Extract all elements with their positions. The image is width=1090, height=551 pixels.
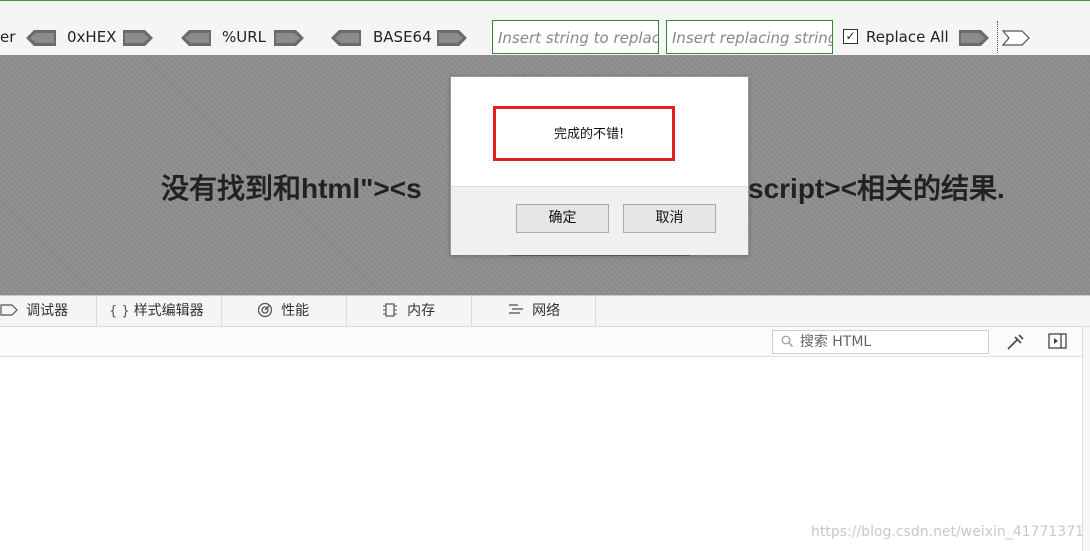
tab-network[interactable]: 网络: [472, 296, 596, 326]
debugger-icon: [0, 304, 22, 319]
replace-string-input[interactable]: Insert string to replace: [492, 20, 659, 54]
chevron-right-outline-icon[interactable]: [1002, 30, 1030, 46]
chevron-right-icon[interactable]: [959, 30, 989, 46]
chevron-left-icon[interactable]: [26, 30, 56, 46]
sidebar-edge: [1082, 327, 1090, 551]
toggle-sidebar-icon[interactable]: [1048, 333, 1068, 350]
tab-debugger-label: 调试器: [26, 303, 69, 319]
search-input-underline: [510, 255, 690, 256]
search-html-input[interactable]: 搜索 HTML: [772, 330, 989, 354]
tab-style-editor[interactable]: { } 样式编辑器: [97, 296, 222, 326]
braces-icon: { }: [109, 304, 130, 319]
dialog-footer: 确定 取消: [451, 186, 748, 255]
chevron-right-icon[interactable]: [274, 30, 304, 46]
ok-button[interactable]: 确定: [516, 204, 609, 233]
clipped-toolbar-label[interactable]: er: [0, 28, 15, 46]
replacing-string-input[interactable]: Insert replacing string: [666, 20, 833, 54]
tab-performance-label: 性能: [281, 303, 310, 319]
devtools-panel: 调试器 { } 样式编辑器 性能 内存 网络 搜索 HTML https://b…: [0, 295, 1090, 551]
chevron-right-icon[interactable]: [123, 30, 153, 46]
tab-memory[interactable]: 内存: [347, 296, 472, 326]
tab-memory-label: 内存: [407, 303, 436, 319]
replace-all-checkbox[interactable]: ✓: [843, 29, 858, 44]
performance-icon: [257, 302, 277, 319]
eyedropper-icon[interactable]: [1005, 333, 1025, 351]
alert-dialog: 完成的不错! 确定 取消: [450, 76, 749, 255]
result-message-left: 没有找到和html"><s: [161, 173, 422, 204]
devtools-tab-bar: 调试器 { } 样式编辑器 性能 内存 网络: [0, 296, 1090, 327]
chevron-left-icon[interactable]: [331, 30, 361, 46]
replace-all-label[interactable]: Replace All: [866, 28, 949, 46]
cancel-button[interactable]: 取消: [623, 204, 716, 233]
toolbar-separator: [997, 21, 998, 53]
hex-encode-button[interactable]: 0xHEX: [67, 28, 116, 46]
result-message-right: script><相关的结果.: [748, 173, 1005, 204]
search-icon: [781, 335, 797, 349]
tab-debugger[interactable]: 调试器: [0, 296, 97, 326]
network-icon: [508, 304, 528, 319]
chevron-right-icon[interactable]: [437, 30, 467, 46]
base64-encode-button[interactable]: BASE64: [373, 28, 432, 46]
watermark-text: https://blog.csdn.net/weixin_41771371: [811, 524, 1085, 540]
chevron-left-icon[interactable]: [181, 30, 211, 46]
dialog-message: 完成的不错!: [554, 127, 625, 142]
memory-icon: [381, 303, 403, 319]
tab-network-label: 网络: [532, 303, 561, 319]
tab-style-editor-label: 样式编辑器: [133, 303, 204, 319]
search-html-placeholder: 搜索 HTML: [799, 334, 872, 350]
url-encode-button[interactable]: %URL: [222, 28, 266, 46]
hackbar-toolbar: er 0xHEX %URL BASE64 Insert string to re…: [0, 0, 1090, 55]
tab-performance[interactable]: 性能: [222, 296, 347, 326]
inspector-toolbar: 搜索 HTML: [0, 327, 1090, 357]
